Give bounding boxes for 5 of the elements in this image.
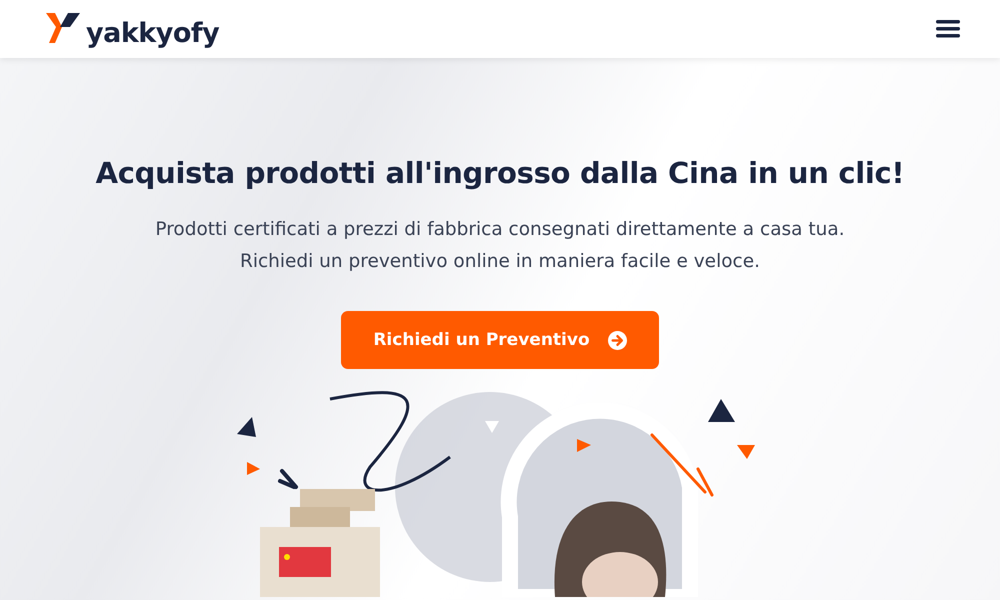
logo-mark-icon [46,13,82,45]
hero-subtitle: Prodotti certificati a prezzi di fabbrica consegnati direttamente a casa tua. Richiedi un preventivo online in maniera facile e veloce. [155,218,845,274]
hero-title: Acquista prodotti all'ingrosso dalla Cina in un clic! [96,156,904,190]
logo-text[interactable]: yakkyofy [86,18,220,48]
arrow-circle-icon [608,330,627,350]
